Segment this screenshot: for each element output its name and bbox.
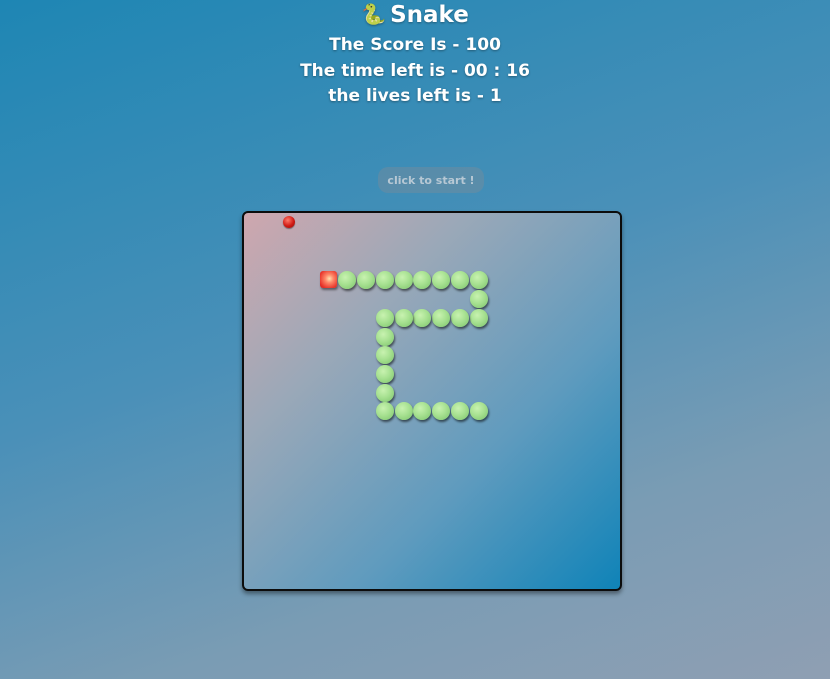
- game-title-text: Snake: [390, 2, 469, 28]
- snake-segment: [432, 402, 450, 420]
- snake-segment: [470, 290, 488, 308]
- snake-segment: [451, 271, 469, 289]
- score-text: The Score Is - 100: [329, 35, 501, 55]
- snake-segment: [413, 271, 431, 289]
- snake-segment: [470, 402, 488, 420]
- snake-segment: [395, 309, 413, 327]
- snake-segment: [376, 384, 394, 402]
- start-button[interactable]: click to start !: [378, 167, 484, 193]
- snake-segment: [376, 328, 394, 346]
- game-board[interactable]: [242, 211, 622, 591]
- snake-segment: [451, 402, 469, 420]
- apple: [283, 216, 295, 228]
- snake-segment: [357, 271, 375, 289]
- snake-segment: [413, 402, 431, 420]
- snake-segment: [338, 271, 356, 289]
- snake-segment: [395, 271, 413, 289]
- snake-segment: [395, 402, 413, 420]
- snake-segment: [376, 309, 394, 327]
- snake-segment: [376, 271, 394, 289]
- snake-segment: [451, 309, 469, 327]
- snake-segment: [413, 309, 431, 327]
- snake-icon: 🐍: [361, 2, 387, 26]
- snake-segment: [432, 271, 450, 289]
- snake-segment: [376, 402, 394, 420]
- snake-segment: [376, 346, 394, 364]
- game-title: 🐍 Snake: [0, 0, 830, 29]
- snake-segment: [376, 365, 394, 383]
- time-left-text: The time left is - 00 : 16: [300, 61, 530, 81]
- snake-segment: [470, 309, 488, 327]
- snake-segment: [470, 271, 488, 289]
- snake-head: [320, 271, 337, 288]
- snake-segment: [432, 309, 450, 327]
- lives-left-text: the lives left is - 1: [328, 86, 502, 106]
